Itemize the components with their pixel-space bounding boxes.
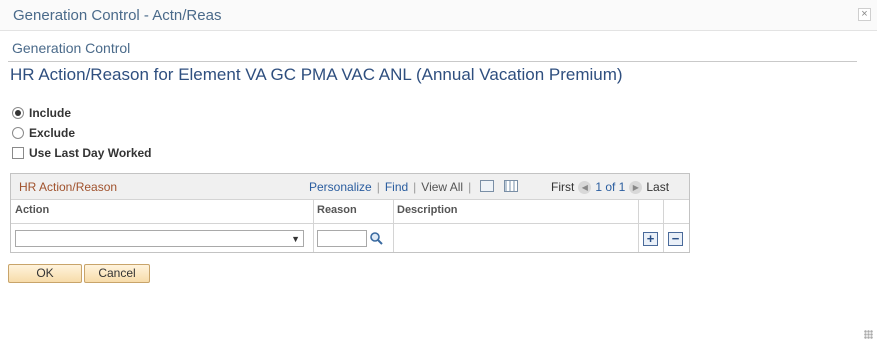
use-last-day-option[interactable]: Use Last Day Worked	[12, 146, 152, 160]
exclude-label: Exclude	[29, 126, 76, 140]
column-headers: Action Reason Description	[11, 200, 689, 224]
hr-action-reason-grid: HR Action/Reason Personalize | Find | Vi…	[10, 173, 690, 253]
close-icon[interactable]: ×	[858, 8, 871, 21]
window-titlebar: Generation Control - Actn/Reas ×	[0, 0, 877, 31]
ok-button[interactable]: OK	[8, 264, 82, 283]
cancel-button[interactable]: Cancel	[84, 264, 150, 283]
col-description: Description	[397, 204, 458, 216]
col-reason: Reason	[317, 204, 357, 216]
plus-icon[interactable]: +	[643, 232, 658, 246]
grid-header: HR Action/Reason Personalize | Find | Vi…	[11, 174, 689, 200]
grid-pager: First ◀ 1 of 1 ▶ Last	[551, 180, 669, 194]
chevron-down-icon[interactable]: ▼	[291, 234, 300, 244]
exclude-option[interactable]: Exclude	[12, 126, 75, 140]
use-last-day-checkbox[interactable]	[12, 147, 24, 159]
include-label: Include	[29, 106, 72, 120]
personalize-link[interactable]: Personalize	[309, 180, 372, 194]
search-icon[interactable]	[369, 231, 383, 245]
col-action: Action	[15, 204, 50, 216]
grid-title: HR Action/Reason	[19, 180, 118, 194]
chevron-right-icon[interactable]: ▶	[629, 180, 643, 194]
action-select[interactable]: ▼	[15, 230, 304, 247]
include-radio[interactable]	[12, 107, 24, 119]
heading-divider	[8, 61, 857, 62]
page-sub-heading: Generation Control	[12, 40, 131, 56]
chevron-left-icon[interactable]: ◀	[578, 180, 592, 194]
page-count: 1 of 1	[595, 180, 626, 194]
exclude-radio[interactable]	[12, 127, 24, 139]
page-title: HR Action/Reason for Element VA GC PMA V…	[10, 65, 623, 84]
zoom-grid-icon[interactable]	[480, 180, 495, 192]
find-link[interactable]: Find	[385, 180, 408, 194]
window-title: Generation Control - Actn/Reas	[13, 7, 222, 24]
download-spreadsheet-icon[interactable]	[504, 180, 519, 192]
grid-toolbar: Personalize | Find | View All |	[309, 180, 519, 194]
minus-icon[interactable]: −	[668, 232, 683, 246]
reason-input[interactable]	[317, 230, 367, 247]
use-last-day-label: Use Last Day Worked	[29, 146, 152, 160]
view-all-link[interactable]: View All	[421, 180, 463, 194]
resize-grip-icon[interactable]	[864, 330, 873, 339]
table-row: ▼ + −	[11, 225, 689, 252]
first-link[interactable]: First	[551, 180, 574, 194]
include-option[interactable]: Include	[12, 106, 71, 120]
last-link[interactable]: Last	[646, 180, 669, 194]
